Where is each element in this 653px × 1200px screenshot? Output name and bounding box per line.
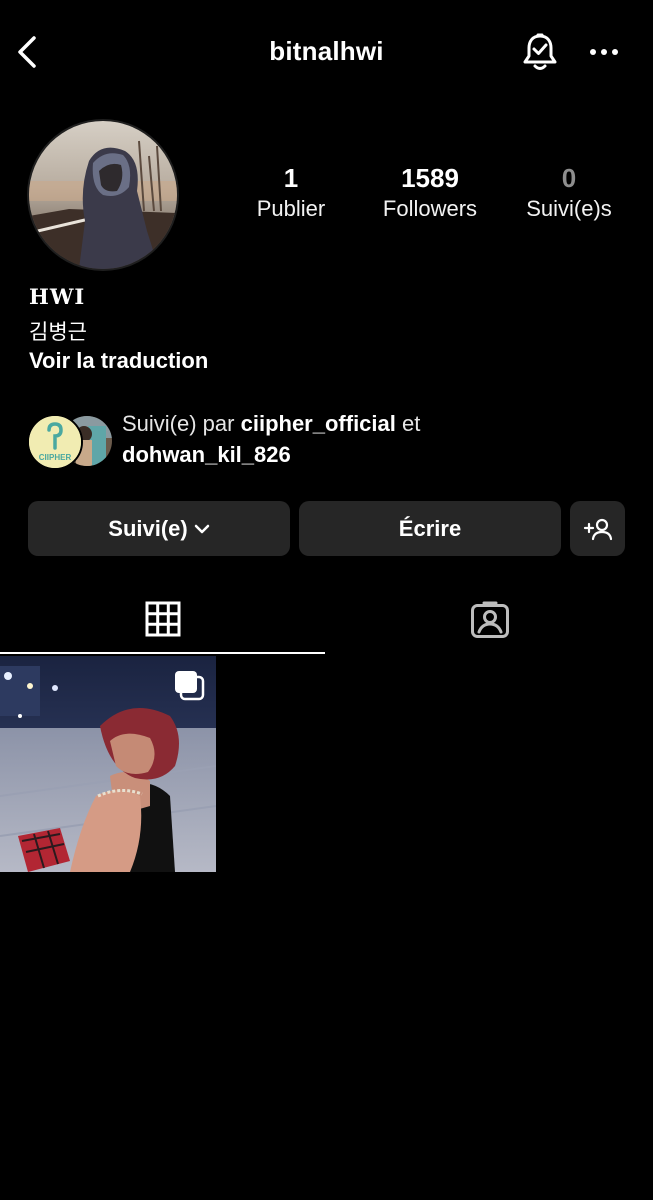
bio-korean-name: 김병근 (29, 321, 87, 344)
notification-bell-button[interactable] (518, 30, 562, 74)
stat-following-label: Suivi(e)s (526, 196, 612, 221)
message-button-label: Écrire (398, 515, 462, 541)
following-button-label: Suivi(e) (108, 515, 188, 541)
followed-by-text[interactable]: Suivi(e) par ciipher_official et dohwan_… (122, 408, 622, 470)
stat-following-value: 0 (561, 163, 577, 193)
bell-check-icon (523, 33, 557, 70)
message-button[interactable]: Écrire (299, 501, 561, 556)
grid-icon (145, 601, 180, 637)
stat-posts-label: Publier (256, 196, 326, 221)
more-options-button[interactable] (584, 34, 624, 70)
followed-by-user2[interactable]: dohwan_kil_826 (122, 442, 291, 467)
followed-by-conj: et (402, 411, 421, 436)
chevron-down-icon (194, 524, 209, 533)
following-button[interactable]: Suivi(e) (28, 501, 290, 556)
followed-by-user1[interactable]: ciipher_official (241, 411, 396, 436)
add-person-button[interactable] (570, 501, 625, 556)
tagged-person-icon (470, 601, 509, 638)
ciipher-logo: CIIPHER (29, 416, 81, 468)
stat-followers-value: 1589 (401, 163, 459, 193)
bio-display-name: HWI (29, 284, 86, 309)
stat-followers[interactable]: 1589 Followers (370, 162, 490, 224)
stat-following[interactable]: 0 Suivi(e)s (514, 162, 624, 224)
tab-grid[interactable] (0, 585, 325, 653)
profile-photo (29, 121, 177, 269)
stat-followers-label: Followers (382, 196, 478, 221)
svg-text:CIIPHER: CIIPHER (39, 453, 72, 462)
followed-by-prefix: Suivi(e) par (122, 411, 235, 436)
more-horizontal-icon (590, 49, 618, 55)
mutual-avatar-ciipher[interactable]: CIIPHER (27, 414, 83, 470)
tab-tagged[interactable] (326, 585, 653, 653)
multiple-photos-icon (172, 668, 206, 702)
profile-avatar[interactable] (29, 121, 177, 269)
see-translation-link[interactable]: Voir la traduction (29, 348, 208, 374)
active-tab-indicator (0, 652, 325, 654)
stat-posts[interactable]: 1 Publier (238, 162, 344, 224)
stat-posts-value: 1 (283, 163, 299, 193)
add-person-icon (583, 518, 612, 540)
